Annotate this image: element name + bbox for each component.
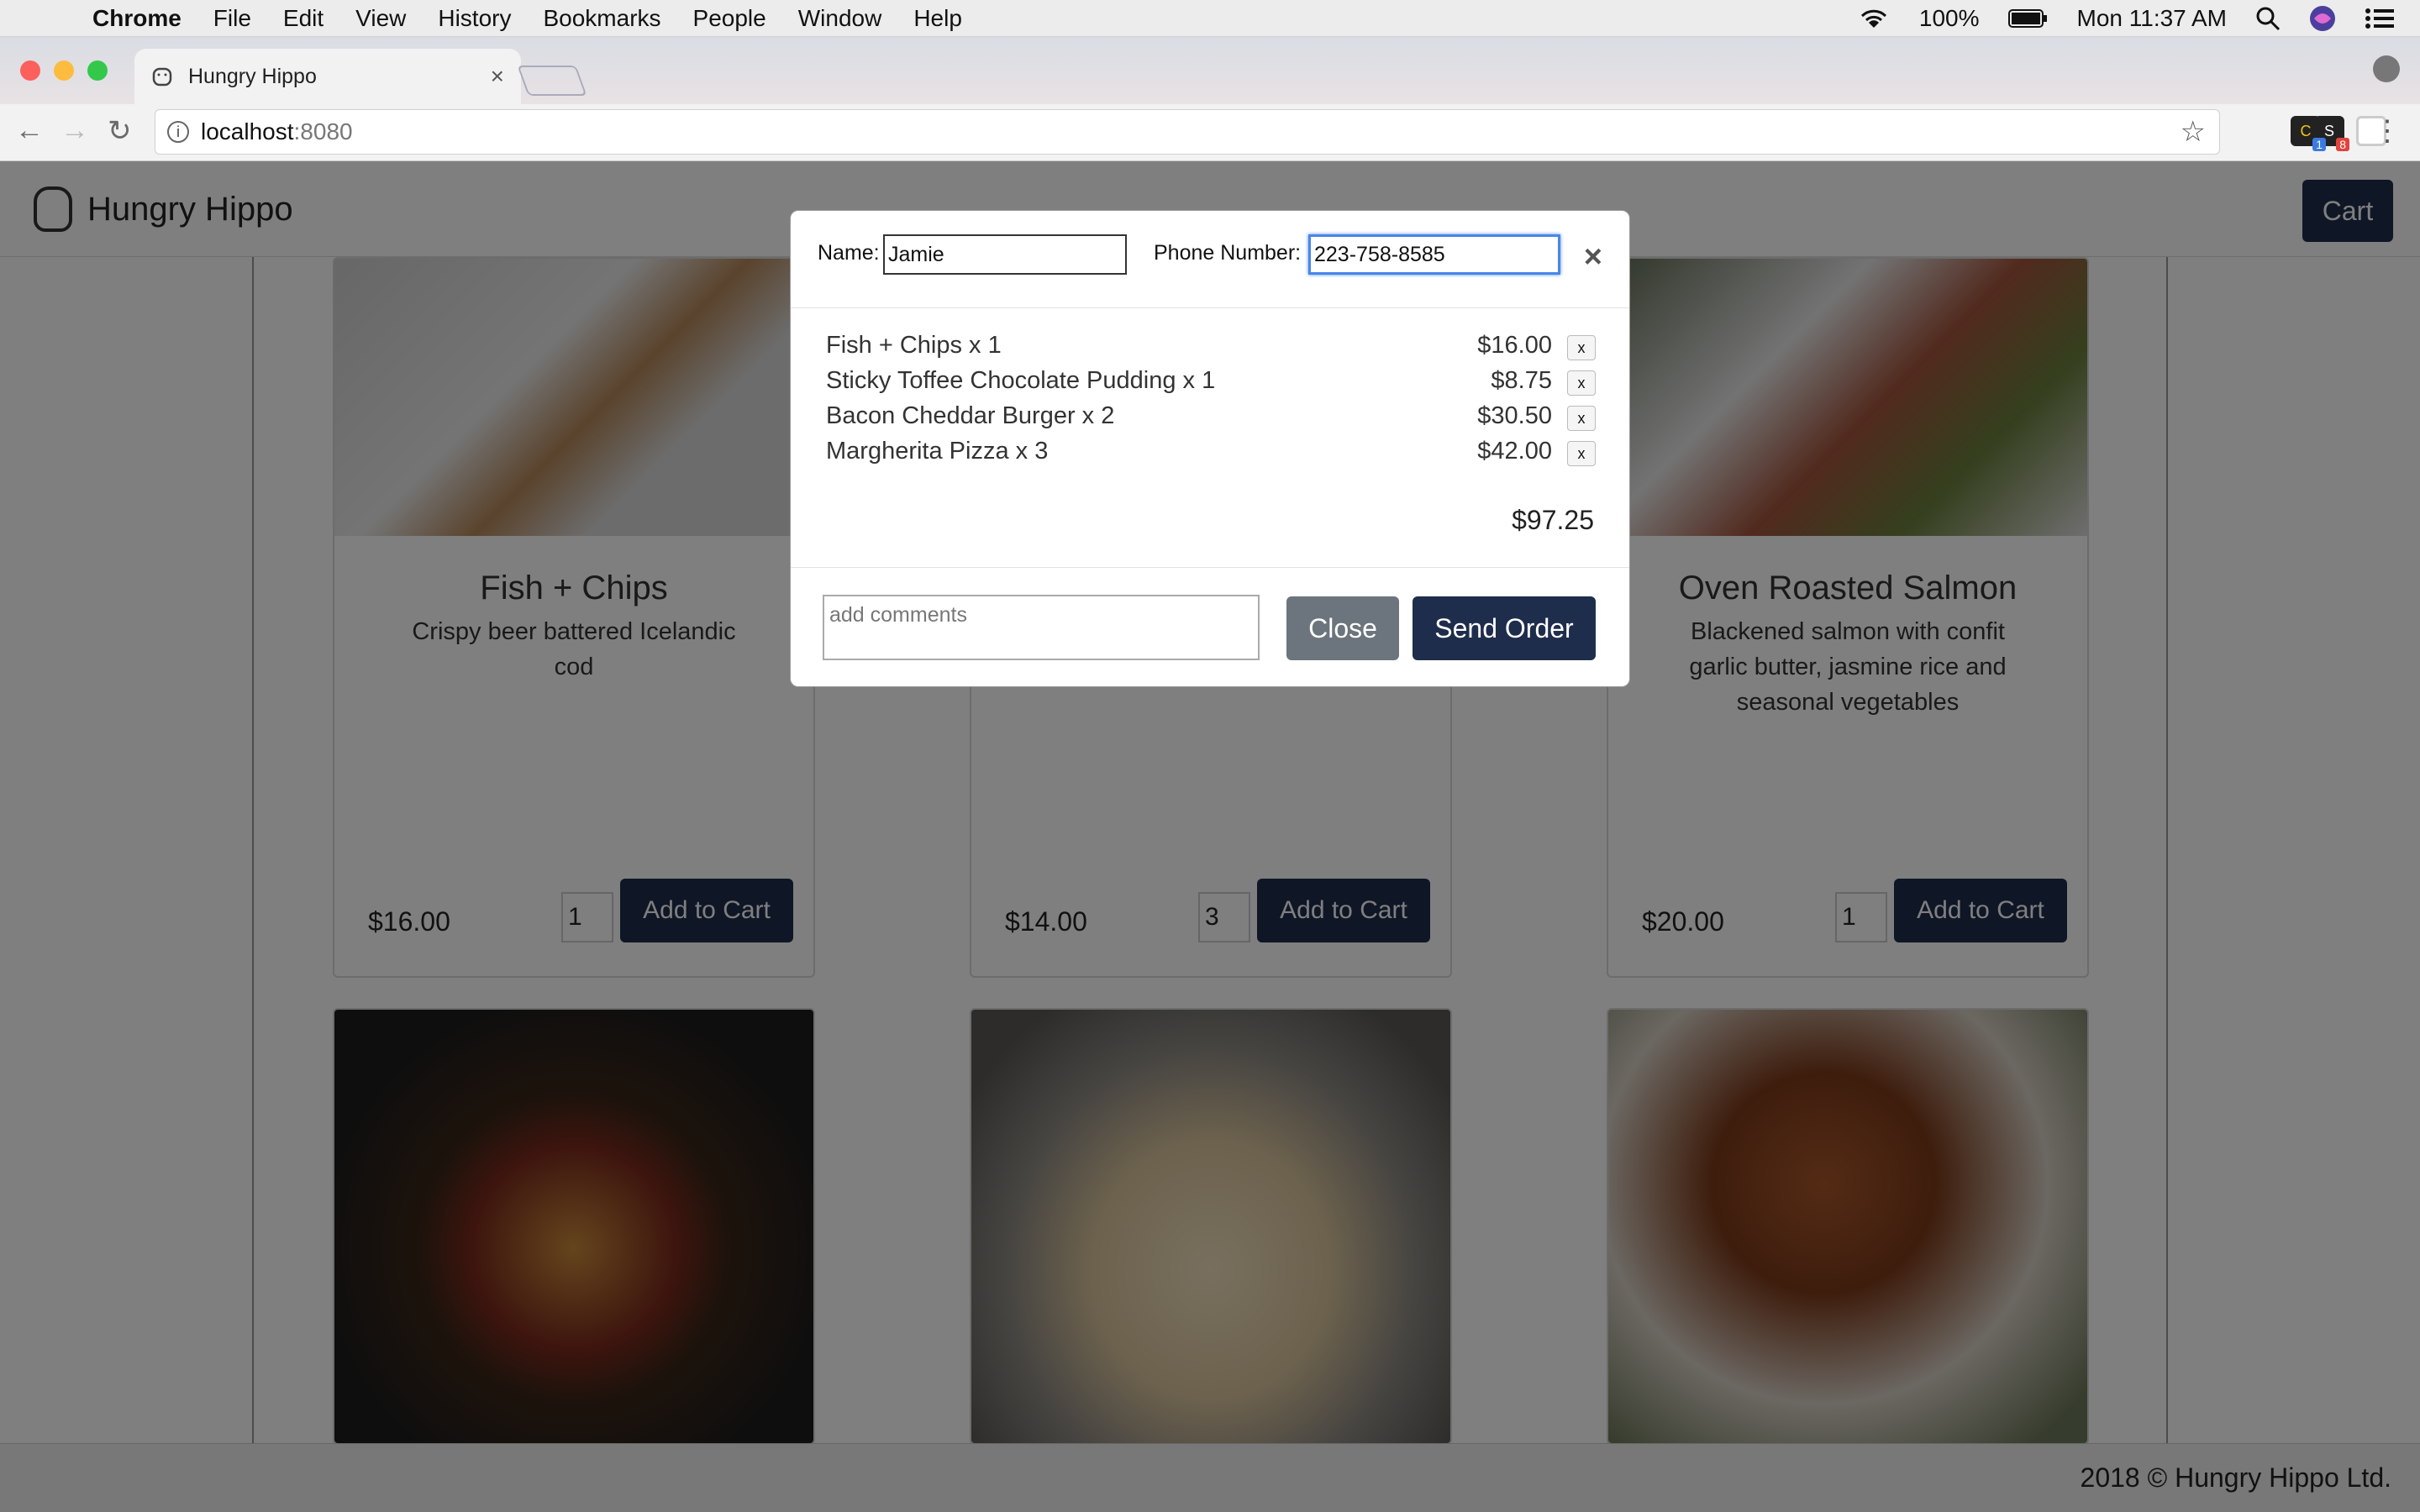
- remove-item-button[interactable]: x: [1567, 406, 1596, 431]
- notification-center-icon[interactable]: [2365, 7, 2395, 30]
- site-info-icon[interactable]: i: [167, 121, 189, 143]
- tab-title: Hungry Hippo: [188, 64, 317, 88]
- name-label: Name:: [818, 241, 880, 265]
- comments-textarea[interactable]: add comments: [823, 595, 1260, 660]
- order-item: Sticky Toffee Chocolate Pudding x 1 $8.7…: [826, 367, 1596, 402]
- window-minimize-button[interactable]: [54, 60, 74, 81]
- battery-icon[interactable]: [2007, 8, 2049, 29]
- address-bar[interactable]: i localhost:8080 ☆: [155, 109, 2220, 155]
- forward-arrow-icon[interactable]: →: [60, 114, 89, 147]
- order-items: Fish + Chips x 1 $16.00 x Sticky Toffee …: [826, 332, 1596, 473]
- modal-close-icon[interactable]: ×: [1584, 239, 1602, 276]
- send-order-button[interactable]: Send Order: [1413, 596, 1596, 660]
- name-input[interactable]: Jamie: [883, 234, 1127, 275]
- hippo-favicon-icon: [152, 67, 172, 87]
- bookmark-star-icon[interactable]: ☆: [2181, 115, 2206, 149]
- reload-icon[interactable]: ↻: [108, 114, 132, 148]
- wifi-icon[interactable]: [1857, 6, 1891, 31]
- menu-app[interactable]: Chrome: [92, 5, 182, 32]
- browser-tab[interactable]: Hungry Hippo ×: [134, 49, 521, 104]
- new-tab-button[interactable]: [517, 66, 587, 96]
- menu-bookmarks[interactable]: Bookmarks: [543, 5, 660, 32]
- menu-edit[interactable]: Edit: [283, 5, 324, 32]
- modal-header: Name: Jamie Phone Number: 223-758-8585 ×: [791, 211, 1629, 308]
- order-item: Margherita Pizza x 3 $42.00 x: [826, 438, 1596, 473]
- menu-view[interactable]: View: [355, 5, 406, 32]
- remove-item-button[interactable]: x: [1567, 335, 1596, 360]
- menu-window[interactable]: Window: [798, 5, 882, 32]
- order-total: $97.25: [1512, 505, 1594, 535]
- remove-item-button[interactable]: x: [1567, 441, 1596, 466]
- order-item-label: Fish + Chips x 1: [826, 332, 1002, 359]
- siri-icon[interactable]: [2309, 5, 2336, 32]
- order-item-label: Margherita Pizza x 3: [826, 438, 1049, 465]
- order-item-price: $8.75: [1491, 367, 1552, 394]
- menu-file[interactable]: File: [213, 5, 251, 32]
- window-zoom-button[interactable]: [87, 60, 108, 81]
- tab-strip: Hungry Hippo ×: [0, 37, 2420, 104]
- modal-footer: add comments Close Send Order: [791, 567, 1629, 686]
- close-button[interactable]: Close: [1286, 596, 1399, 660]
- back-arrow-icon[interactable]: ←: [15, 114, 44, 147]
- order-item-label: Sticky Toffee Chocolate Pudding x 1: [826, 367, 1216, 394]
- remove-item-button[interactable]: x: [1567, 370, 1596, 396]
- chrome-menu-icon[interactable]: ⋮: [2373, 114, 2402, 148]
- battery-percent: 100%: [1918, 5, 1980, 31]
- cart-modal: Name: Jamie Phone Number: 223-758-8585 ×…: [790, 210, 1630, 687]
- tab-close-icon[interactable]: ×: [491, 63, 504, 90]
- browser-toolbar: ← → ↻ i localhost:8080 ☆ S8 C1 ⋮: [0, 104, 2420, 161]
- url-host: localhost: [201, 118, 294, 144]
- status-area: 100% Mon 11:37 AM: [1857, 0, 2395, 37]
- extension-1-badge: 8: [2336, 138, 2349, 151]
- menu-people[interactable]: People: [693, 5, 766, 32]
- web-page: Hungry Hippo Cart Fish + Chips Crispy be…: [0, 161, 2420, 1512]
- order-item-price: $16.00: [1477, 332, 1552, 359]
- phone-label: Phone Number:: [1154, 241, 1302, 265]
- url-port: :8080: [293, 118, 353, 144]
- order-item-price: $30.50: [1477, 402, 1552, 429]
- order-item: Fish + Chips x 1 $16.00 x: [826, 332, 1596, 367]
- clock[interactable]: Mon 11:37 AM: [2077, 5, 2227, 32]
- menu-help[interactable]: Help: [913, 5, 962, 32]
- order-item-label: Bacon Cheddar Burger x 2: [826, 402, 1115, 429]
- phone-input[interactable]: 223-758-8585: [1308, 234, 1560, 275]
- menu-history[interactable]: History: [438, 5, 511, 32]
- extension-2-badge: 1: [2312, 138, 2326, 151]
- order-item: Bacon Cheddar Burger x 2 $30.50 x: [826, 402, 1596, 438]
- spotlight-search-icon[interactable]: [2255, 6, 2281, 31]
- order-item-price: $42.00: [1477, 438, 1552, 465]
- extension-2-icon[interactable]: C1: [2291, 116, 2326, 151]
- window-close-button[interactable]: [20, 60, 40, 81]
- os-menubar: Chrome File Edit View History Bookmarks …: [0, 0, 2420, 37]
- profile-icon[interactable]: [2373, 55, 2400, 82]
